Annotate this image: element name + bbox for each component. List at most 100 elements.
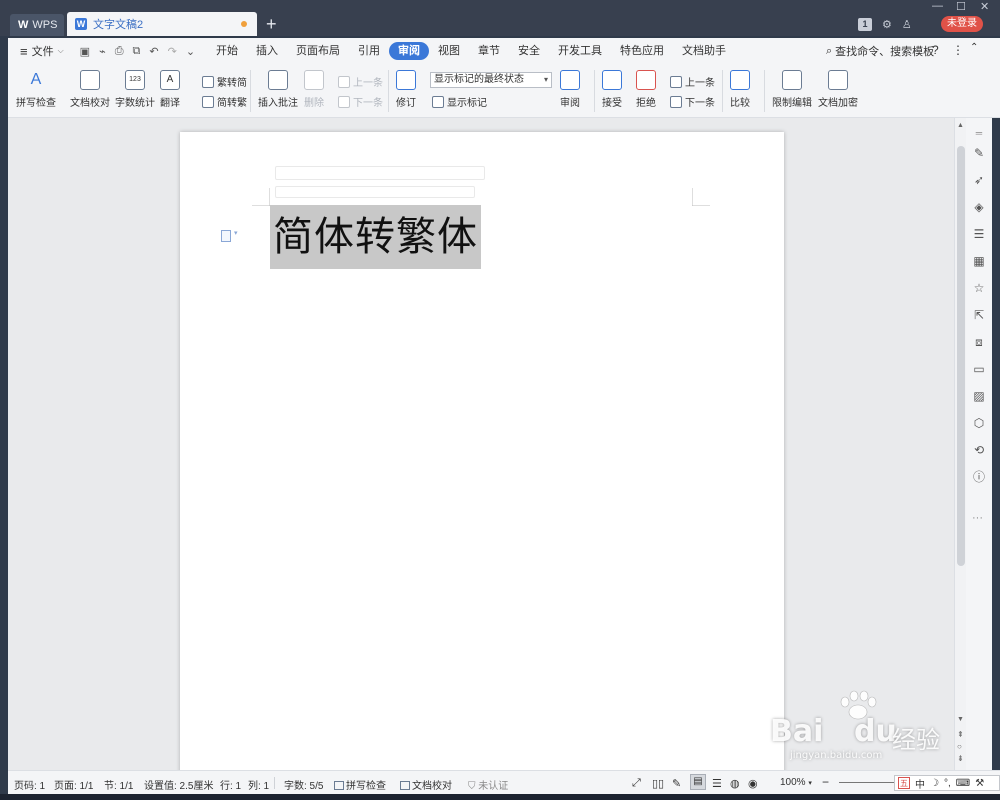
scroll-up-icon[interactable]: ▲: [957, 122, 964, 129]
help-circle-icon[interactable]: ⓘ: [972, 470, 986, 484]
tab-home[interactable]: 开始: [207, 42, 247, 60]
share-icon[interactable]: ⇱: [972, 308, 986, 322]
maximize-icon[interactable]: ☐: [956, 0, 966, 14]
history-icon[interactable]: ⟲: [972, 443, 986, 457]
next-comment-button[interactable]: 下一条: [338, 94, 383, 109]
delete-comment-button[interactable]: 删除: [304, 70, 324, 109]
tab-view[interactable]: 视图: [429, 42, 469, 60]
more-icon[interactable]: ···: [972, 512, 983, 524]
tab-section[interactable]: 章节: [469, 42, 509, 60]
ime-toolbar[interactable]: 五 中 ☽ °, ⌨ ⚒: [894, 775, 1000, 791]
accept-button[interactable]: 接受: [602, 70, 622, 109]
eye-protect-icon[interactable]: ◉: [748, 777, 758, 790]
help-icon[interactable]: ?: [932, 43, 939, 57]
zoom-out-icon[interactable]: −: [822, 775, 829, 789]
login-button[interactable]: 未登录: [941, 16, 983, 32]
gallery-icon[interactable]: ▦: [972, 254, 986, 268]
wrench-icon[interactable]: ⚒: [975, 778, 984, 789]
vertical-scrollbar[interactable]: ▲ ▼ ⇞ ○ ⇟: [954, 118, 966, 770]
simp-to-trad-button[interactable]: 简转繁: [202, 94, 247, 109]
save-icon[interactable]: ▣: [80, 45, 90, 58]
ime-language[interactable]: 中: [915, 776, 925, 791]
zoom-slider[interactable]: [839, 782, 894, 783]
track-changes-button[interactable]: 修订: [396, 70, 416, 109]
doc-proof-button[interactable]: 文档校对: [70, 70, 110, 109]
wps-home-tab[interactable]: W WPS: [10, 14, 64, 36]
floating-format-toolbar[interactable]: [275, 166, 485, 200]
star-icon[interactable]: ☆: [972, 281, 986, 295]
archive-icon[interactable]: ▭: [972, 362, 986, 376]
command-search[interactable]: ⌕ 查找命令、搜索模板: [826, 43, 934, 59]
customize-icon[interactable]: ⌄: [186, 45, 195, 58]
spell-check-button[interactable]: A 拼写检查: [16, 70, 56, 109]
scrollbar-thumb[interactable]: [957, 146, 965, 566]
minimize-icon[interactable]: —: [932, 0, 943, 14]
reading-mode-icon[interactable]: ▯▯: [652, 777, 664, 790]
moon-icon[interactable]: ☽: [930, 778, 939, 789]
zoom-level[interactable]: 100% ▾: [780, 777, 812, 788]
collapse-ribbon-icon[interactable]: ⌃: [970, 42, 978, 53]
image-icon[interactable]: ▨: [972, 389, 986, 403]
shirt-icon[interactable]: ♙: [902, 18, 912, 31]
status-doc-proof[interactable]: 文档校对: [400, 777, 452, 792]
prev-comment-button[interactable]: 上一条: [338, 74, 383, 89]
prev-page-icon[interactable]: ⇞: [957, 730, 964, 739]
markup-mode-select[interactable]: 显示标记的最终状态 ▾: [430, 72, 552, 88]
tab-insert[interactable]: 插入: [247, 42, 287, 60]
status-auth[interactable]: ⛉ 未认证: [468, 777, 508, 792]
review-pane-button[interactable]: 审阅: [560, 70, 580, 109]
scroll-down-icon[interactable]: ▼: [957, 716, 964, 723]
sliders-icon[interactable]: ☰: [972, 227, 986, 241]
collapse-panel-icon[interactable]: ═: [972, 126, 986, 140]
tab-special-apps[interactable]: 特色应用: [611, 42, 673, 60]
trad-to-simp-button[interactable]: 繁转简: [202, 74, 247, 89]
document-tab[interactable]: W 文字文稿2: [67, 12, 257, 36]
split-icon[interactable]: ⧈: [972, 335, 986, 349]
outline-view-icon[interactable]: ☰: [712, 777, 722, 790]
shapes-icon[interactable]: ◈: [972, 200, 986, 214]
tab-page-layout[interactable]: 页面布局: [287, 42, 349, 60]
print-icon[interactable]: ⎙: [115, 45, 124, 58]
tab-developer[interactable]: 开发工具: [549, 42, 611, 60]
keyboard-icon[interactable]: ⌨: [956, 778, 970, 789]
tab-review[interactable]: 审阅: [389, 42, 430, 60]
restrict-editing-button[interactable]: 限制编辑: [772, 70, 812, 109]
word-count-button[interactable]: 123 字数统计: [115, 70, 155, 109]
brush-icon[interactable]: ⌁: [99, 45, 106, 58]
page-view-icon[interactable]: ▤: [690, 774, 706, 790]
redo-icon[interactable]: ↷: [168, 45, 177, 58]
more-options-icon[interactable]: ⋮: [952, 43, 964, 57]
window-count-badge[interactable]: 1: [858, 17, 872, 31]
chevron-down-icon[interactable]: ▾: [234, 229, 238, 237]
tab-references[interactable]: 引用: [349, 42, 389, 60]
document-page[interactable]: ▾ 简体转繁体: [180, 132, 784, 770]
skin-icon[interactable]: ⚙: [882, 18, 892, 31]
select-browse-icon[interactable]: ○: [957, 742, 962, 751]
punctuation-icon[interactable]: °,: [944, 778, 951, 789]
reject-button[interactable]: 拒绝: [636, 70, 656, 109]
encrypt-doc-button[interactable]: 文档加密: [818, 70, 858, 109]
print-preview-icon[interactable]: ⧉: [133, 45, 141, 58]
pen-icon[interactable]: ✎: [972, 146, 986, 160]
next-page-icon[interactable]: ⇟: [957, 754, 964, 763]
fullscreen-icon[interactable]: ⤢: [632, 777, 641, 790]
web-view-icon[interactable]: ◍: [730, 777, 740, 790]
new-tab-plus-icon[interactable]: +: [266, 13, 277, 35]
selected-document-text[interactable]: 简体转繁体: [270, 205, 481, 269]
paragraph-handle-icon[interactable]: [221, 230, 231, 242]
next-change-button[interactable]: 下一条: [670, 94, 715, 109]
prev-change-button[interactable]: 上一条: [670, 74, 715, 89]
write-mode-icon[interactable]: ✎: [672, 777, 681, 790]
translate-button[interactable]: A 翻译: [160, 70, 180, 109]
tab-security[interactable]: 安全: [509, 42, 549, 60]
file-menu[interactable]: ≡ 文件 ⌵: [8, 43, 72, 59]
compare-button[interactable]: 比较: [730, 70, 750, 109]
undo-icon[interactable]: ↶: [149, 45, 158, 58]
backup-icon[interactable]: ⬡: [972, 416, 986, 430]
tab-doc-assistant[interactable]: 文档助手: [673, 42, 735, 60]
status-word-count[interactable]: 字数: 5/5: [284, 777, 323, 792]
pointer-icon[interactable]: ➶: [972, 173, 986, 187]
close-window-icon[interactable]: ✕: [980, 0, 989, 14]
status-spell-check[interactable]: 拼写检查: [334, 777, 386, 792]
insert-comment-button[interactable]: 插入批注: [258, 70, 298, 109]
